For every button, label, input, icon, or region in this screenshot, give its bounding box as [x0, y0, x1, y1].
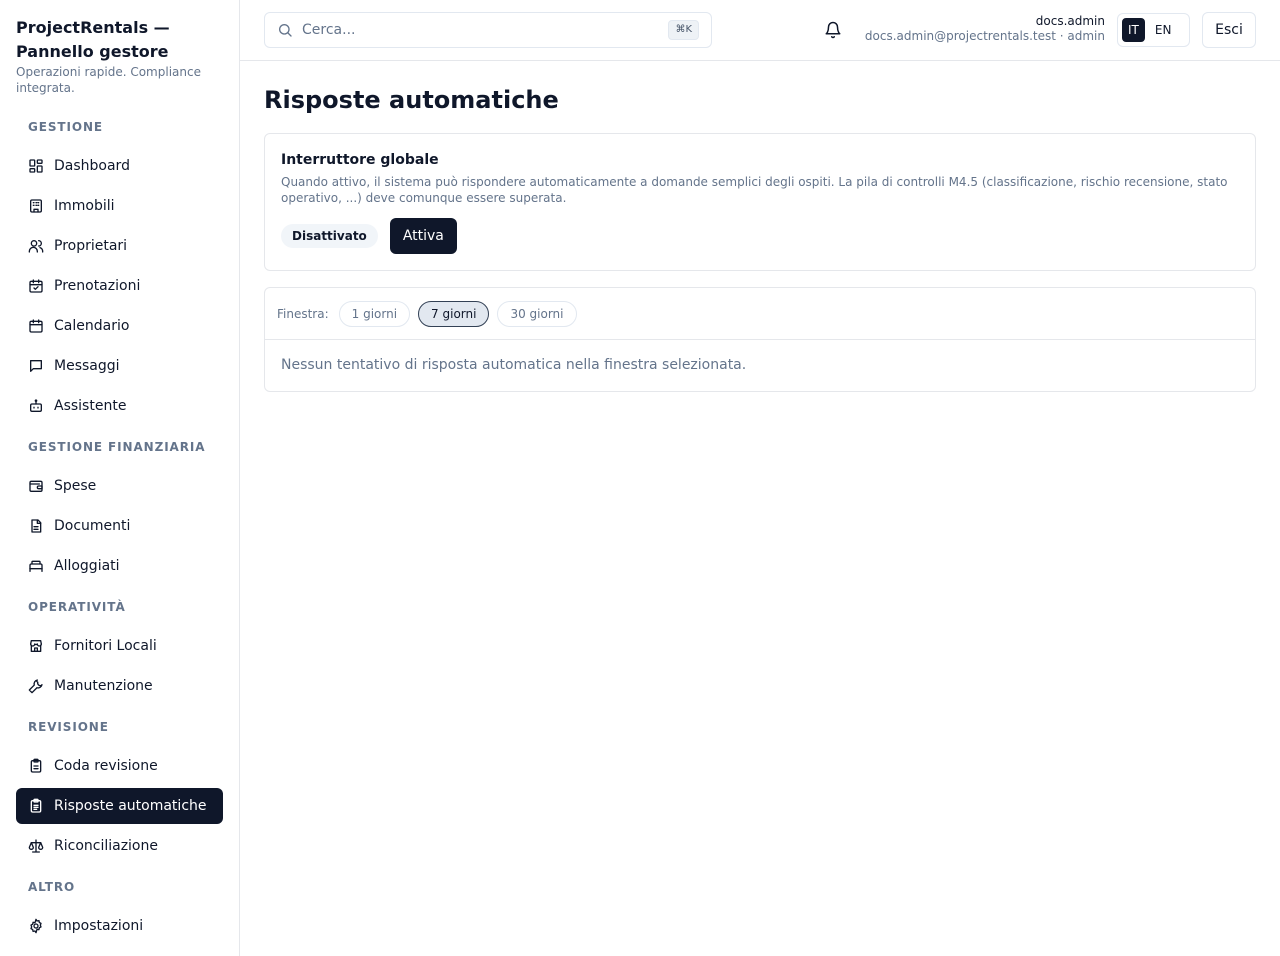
clipboard-list-icon [30, 798, 42, 813]
clipboard-icon [30, 758, 42, 773]
nav-section: GESTIONE FINANZIARIA Spese Documenti Allogg… [16, 428, 223, 584]
sidebar-item-coda-revisione[interactable]: Coda revisione [16, 748, 223, 784]
window-option-7-days[interactable]: 7 giorni [418, 300, 490, 327]
brand: ProjectRentals — Pannello gestore Operaz… [16, 16, 226, 96]
sidebar-item-calendario[interactable]: Calendario [16, 308, 223, 344]
search-icon [279, 24, 292, 37]
sidebar-item-dashboard[interactable]: Dashboard [16, 148, 223, 184]
sidebar-item-label: Documenti [54, 518, 131, 534]
sidebar-item-proprietari[interactable]: Proprietari [16, 228, 223, 264]
nav-section-title: ALTRO [28, 880, 76, 894]
wrench-icon [28, 679, 43, 694]
sidebar-item-label: Fornitori Locali [54, 638, 157, 654]
scale-icon [28, 839, 44, 853]
sidebar-item-assistente[interactable]: Assistente [16, 388, 223, 424]
window-label: Finestra: [277, 306, 329, 321]
window-option-30-days[interactable]: 30 giorni [497, 300, 577, 327]
window-panel: Finestra: 1 giorni 7 giorni 30 giorni Ne… [264, 287, 1256, 392]
calendar-check-icon [29, 279, 43, 293]
nav-section: ALTRO Impostazioni [16, 868, 223, 944]
bell-icon[interactable] [824, 21, 842, 39]
search-input[interactable]: Cerca... ⌘K [264, 12, 712, 48]
sidebar-item-label: Immobili [54, 198, 115, 214]
sidebar-item-documenti[interactable]: Documenti [16, 508, 223, 544]
search-placeholder: Cerca... [302, 22, 356, 38]
sidebar-item-label: Prenotazioni [54, 278, 141, 294]
window-option-1-day[interactable]: 1 giorni [338, 300, 411, 327]
sidebar-item-label: Risposte automatiche [54, 798, 207, 814]
sidebar-item-label: Manutenzione [54, 678, 153, 694]
nav-section-title: GESTIONE FINANZIARIA [28, 440, 206, 454]
language-switcher: IT EN [1117, 13, 1190, 47]
nav-section: REVISIONE Coda revisione Risposte automati… [16, 708, 223, 864]
sidebar-item-riconciliazione[interactable]: Riconciliazione [16, 828, 223, 864]
sidebar-item-label: Calendario [54, 318, 130, 334]
bot-icon [30, 399, 42, 412]
nav-section-title: REVISIONE [28, 720, 109, 734]
nav-section: OPERATIVITÀ Fornitori Locali Manutenzione [16, 588, 223, 704]
global-switch-card: Interruttore globale Quando attivo, il s… [264, 133, 1256, 271]
sidebar-item-fornitori-locali[interactable]: Fornitori Locali [16, 628, 223, 664]
sidebar-item-impostazioni[interactable]: Impostazioni [16, 908, 223, 944]
sidebar-item-label: Riconciliazione [54, 838, 158, 854]
nav-section-title: OPERATIVITÀ [28, 600, 126, 614]
store-icon [30, 640, 42, 652]
sidebar-item-manutenzione[interactable]: Manutenzione [16, 668, 223, 704]
sidebar-item-label: Assistente [54, 398, 127, 414]
sidebar-item-label: Alloggiati [54, 558, 120, 574]
status-badge: Disattivato [281, 224, 378, 248]
card-title: Interruttore globale [281, 152, 439, 168]
empty-state-message: Nessun tentativo di risposta automatica … [281, 357, 747, 373]
sidebar-nav: GESTIONE Dashboard Immobili Proprietari Pren… [16, 108, 223, 948]
sidebar-item-alloggiati[interactable]: Alloggiati [16, 548, 223, 584]
wallet-icon [29, 480, 43, 492]
top-header: Cerca... ⌘K docs.admin docs.admin@projec… [240, 0, 1280, 61]
logout-button[interactable]: Esci [1202, 12, 1256, 48]
brand-subtitle: Operazioni rapide. Compliance integrata. [16, 65, 201, 95]
sidebar-item-immobili[interactable]: Immobili [16, 188, 223, 224]
message-icon [30, 360, 42, 372]
user-name: docs.admin [1035, 14, 1105, 28]
window-filter-bar: Finestra: 1 giorni 7 giorni 30 giorni [265, 288, 1255, 340]
calendar-icon [29, 319, 43, 333]
dashboard-icon [29, 159, 43, 173]
sidebar-item-label: Coda revisione [54, 758, 158, 774]
user-detail: docs.admin@projectrentals.test · admin [864, 29, 1105, 43]
sidebar-item-risposte-automatiche[interactable]: Risposte automatiche [16, 788, 223, 824]
search-shortcut: ⌘K [668, 20, 699, 40]
user-info: docs.admin docs.admin@projectrentals.tes… [865, 14, 1105, 44]
sidebar: ProjectRentals — Pannello gestore Operaz… [0, 0, 240, 956]
sidebar-item-messaggi[interactable]: Messaggi [16, 348, 223, 384]
activate-button[interactable]: Attiva [389, 218, 457, 254]
document-icon [31, 519, 42, 533]
card-description: Quando attivo, il sistema può rispondere… [281, 175, 1228, 205]
sidebar-item-label: Messaggi [54, 358, 120, 374]
nav-section: GESTIONE Dashboard Immobili Proprietari Pren… [16, 108, 223, 424]
bed-icon [29, 560, 43, 572]
card-actions: Disattivato Attiva [281, 218, 1239, 254]
sidebar-item-label: Impostazioni [54, 918, 144, 934]
page-title: Risposte automatiche [264, 86, 559, 114]
nav-section-title: GESTIONE [28, 120, 103, 134]
lang-en-button[interactable]: EN [1149, 18, 1178, 42]
building-icon [30, 199, 42, 213]
sidebar-item-spese[interactable]: Spese [16, 468, 223, 504]
gear-icon [30, 918, 42, 934]
brand-title: ProjectRentals — Pannello gestore [16, 18, 170, 61]
sidebar-item-prenotazioni[interactable]: Prenotazioni [16, 268, 223, 304]
sidebar-item-label: Dashboard [54, 158, 130, 174]
sidebar-item-label: Spese [54, 478, 97, 494]
sidebar-item-label: Proprietari [54, 238, 128, 254]
lang-it-button[interactable]: IT [1122, 18, 1145, 42]
users-icon [28, 240, 44, 253]
